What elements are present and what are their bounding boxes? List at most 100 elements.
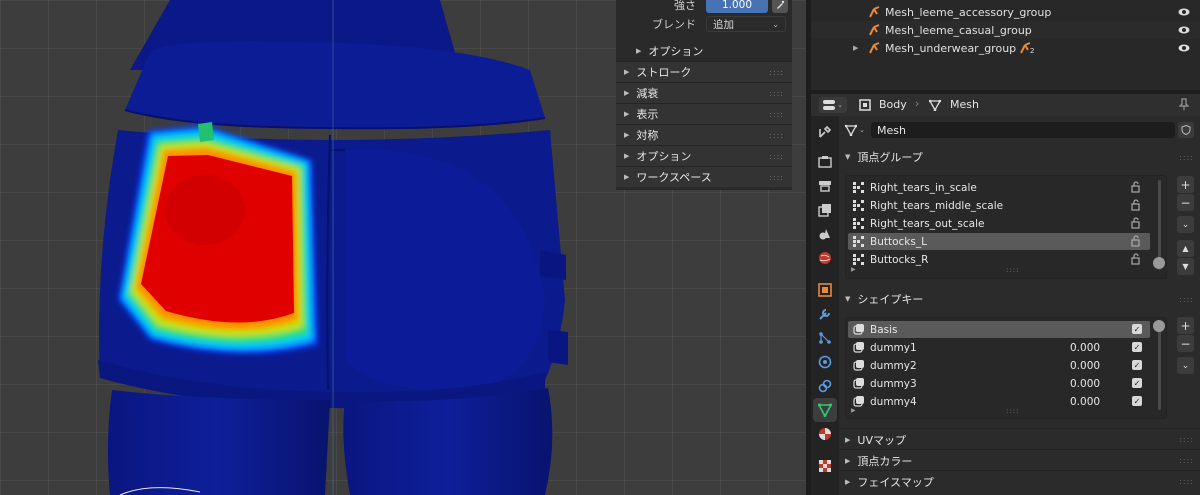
shape-key-value[interactable]: 0.000 <box>1070 342 1100 354</box>
blend-select[interactable]: 追加 ⌄ <box>706 16 786 32</box>
shape-key-mute-checkbox[interactable]: ✓ <box>1132 396 1142 406</box>
list-item-selected[interactable]: Basis ✓ <box>848 321 1150 338</box>
list-filter-toggle-icon[interactable]: ▶ <box>851 407 856 414</box>
remove-vertex-group-button[interactable]: − <box>1177 194 1194 211</box>
list-filter-toggle-icon[interactable]: ▶ <box>851 266 856 273</box>
falloff-panel-header[interactable]: ▶ 減衰 :::: <box>616 82 792 103</box>
display-panel-header[interactable]: ▶ 表示 :::: <box>616 103 792 124</box>
tab-particles[interactable] <box>813 326 837 350</box>
workspace-panel-header[interactable]: ▶ ワークスペース :::: <box>616 166 792 187</box>
tab-scene[interactable] <box>813 222 837 246</box>
scrollbar[interactable] <box>1158 322 1161 410</box>
vertex-group-name: Right_tears_in_scale <box>870 181 977 194</box>
stroke-panel-header[interactable]: ▶ ストローク :::: <box>616 61 792 82</box>
shape-key-value[interactable]: 0.000 <box>1070 378 1100 390</box>
outliner-row-accessory[interactable]: Mesh_leeme_accessory_group <box>811 3 1200 21</box>
editor-type-button[interactable]: ⌄ <box>819 97 847 113</box>
lock-icon[interactable] <box>1131 199 1142 211</box>
list-item[interactable]: Right_tears_out_scale <box>848 215 1150 232</box>
drag-grip-icon[interactable]: :::: <box>1179 295 1194 304</box>
move-up-button[interactable]: ▲ <box>1177 240 1194 257</box>
tab-physics[interactable] <box>813 350 837 374</box>
add-shape-key-button[interactable]: + <box>1177 317 1194 334</box>
list-item[interactable]: dummy4 0.000 ✓ <box>848 393 1150 410</box>
list-resize-grip-icon[interactable]: :::: <box>1006 407 1019 415</box>
drag-grip-icon[interactable]: :::: <box>1179 477 1194 486</box>
list-item[interactable]: dummy3 0.000 ✓ <box>848 375 1150 392</box>
lock-icon[interactable] <box>1131 181 1142 193</box>
drag-grip-icon[interactable]: :::: <box>769 131 784 140</box>
drag-grip-icon[interactable]: :::: <box>1179 456 1194 465</box>
drag-grip-icon[interactable]: :::: <box>769 110 784 119</box>
eye-icon[interactable] <box>1178 42 1190 54</box>
list-resize-grip-icon[interactable]: :::: <box>1006 266 1019 274</box>
options-panel-header[interactable]: ▶ オプション :::: <box>616 145 792 166</box>
drag-grip-icon[interactable]: :::: <box>769 173 784 182</box>
fake-user-button[interactable] <box>1178 122 1194 138</box>
tab-world[interactable] <box>813 246 837 270</box>
check-icon: ✓ <box>1133 378 1141 388</box>
breadcrumb-object[interactable]: Body <box>879 98 907 111</box>
tab-constraints[interactable] <box>813 374 837 398</box>
mesh-name-field[interactable]: Mesh <box>871 122 1175 138</box>
list-item[interactable]: dummy1 0.000 ✓ <box>848 339 1150 356</box>
outliner-row-underwear[interactable]: ▶ Mesh_underwear_group 2 <box>811 39 1200 57</box>
tab-object[interactable] <box>813 278 837 302</box>
lock-icon[interactable] <box>1131 235 1142 247</box>
vertex-colors-panel-header[interactable]: ▶ 頂点カラー :::: <box>839 449 1200 471</box>
face-maps-panel-header[interactable]: ▶ フェイスマップ :::: <box>839 470 1200 492</box>
plus-icon: + <box>1180 177 1191 192</box>
vertex-group-lock-dot[interactable] <box>1153 257 1165 269</box>
vertex-groups-panel-header[interactable]: ▼ 頂点グループ :::: <box>839 146 1200 168</box>
tab-texture[interactable] <box>813 454 837 478</box>
tab-modifiers[interactable] <box>813 302 837 326</box>
tab-tool[interactable] <box>813 120 837 144</box>
drag-grip-icon[interactable]: :::: <box>769 89 784 98</box>
move-down-button[interactable]: ▼ <box>1177 258 1194 275</box>
section-label: 表示 <box>636 108 659 121</box>
drag-grip-icon[interactable]: :::: <box>1179 435 1194 444</box>
vertex-group-specials-button[interactable]: ⌄ <box>1177 216 1194 233</box>
tab-render[interactable] <box>813 150 837 174</box>
shape-key-value[interactable]: 0.000 <box>1070 396 1100 408</box>
outliner-row-casual[interactable]: Mesh_leeme_casual_group <box>811 21 1200 39</box>
drag-grip-icon[interactable]: :::: <box>1179 153 1194 162</box>
list-item[interactable]: dummy2 0.000 ✓ <box>848 357 1150 374</box>
list-item[interactable]: Buttocks_R <box>848 251 1150 268</box>
shape-key-specials-button[interactable]: ⌄ <box>1177 357 1194 374</box>
list-item-selected[interactable]: Buttocks_L <box>848 233 1150 250</box>
shape-key-mute-checkbox[interactable]: ✓ <box>1132 342 1142 352</box>
list-item[interactable]: Right_tears_middle_scale <box>848 197 1150 214</box>
symmetry-panel-header[interactable]: ▶ 対称 :::: <box>616 124 792 145</box>
options-subpanel-header[interactable]: ▶ オプション <box>616 40 792 61</box>
list-item[interactable]: Right_tears_in_scale <box>848 179 1150 196</box>
shape-key-mute-checkbox[interactable]: ✓ <box>1132 324 1142 334</box>
drag-grip-icon[interactable]: :::: <box>769 152 784 161</box>
tab-mesh-data[interactable] <box>813 398 837 422</box>
eye-icon[interactable] <box>1178 6 1190 18</box>
shape-key-list: Basis ✓ dummy1 0.000 ✓ dummy2 0.000 ✓ du… <box>845 317 1167 419</box>
3d-viewport[interactable]: 強さ 1.000 ブレンド 追加 ⌄ ▶ オプション ▶ ストローク :::: … <box>0 0 806 495</box>
uv-maps-panel-header[interactable]: ▶ UVマップ :::: <box>839 428 1200 450</box>
expand-triangle-icon[interactable]: ▶ <box>853 44 858 52</box>
breadcrumb-data[interactable]: Mesh <box>950 98 979 111</box>
shape-keys-panel-header[interactable]: ▼ シェイプキー :::: <box>839 288 1200 310</box>
lock-icon[interactable] <box>1131 253 1142 265</box>
shape-key-mute-checkbox[interactable]: ✓ <box>1132 360 1142 370</box>
pin-icon[interactable] <box>1178 98 1190 110</box>
eye-icon[interactable] <box>1178 24 1190 36</box>
tab-view-layer[interactable] <box>813 198 837 222</box>
lock-icon[interactable] <box>1131 217 1142 229</box>
tab-material[interactable] <box>813 422 837 446</box>
shape-key-lock-dot[interactable] <box>1153 320 1165 332</box>
drag-grip-icon[interactable]: :::: <box>769 68 784 77</box>
expand-triangle-icon: ▶ <box>624 131 630 139</box>
tab-output[interactable] <box>813 174 837 198</box>
shape-key-value[interactable]: 0.000 <box>1070 360 1100 372</box>
remove-shape-key-button[interactable]: − <box>1177 335 1194 352</box>
strength-field[interactable]: 1.000 <box>706 0 768 13</box>
expand-triangle-icon: ▶ <box>624 89 630 97</box>
pen-pressure-button[interactable] <box>772 0 788 13</box>
shape-key-mute-checkbox[interactable]: ✓ <box>1132 378 1142 388</box>
add-vertex-group-button[interactable]: + <box>1177 176 1194 193</box>
